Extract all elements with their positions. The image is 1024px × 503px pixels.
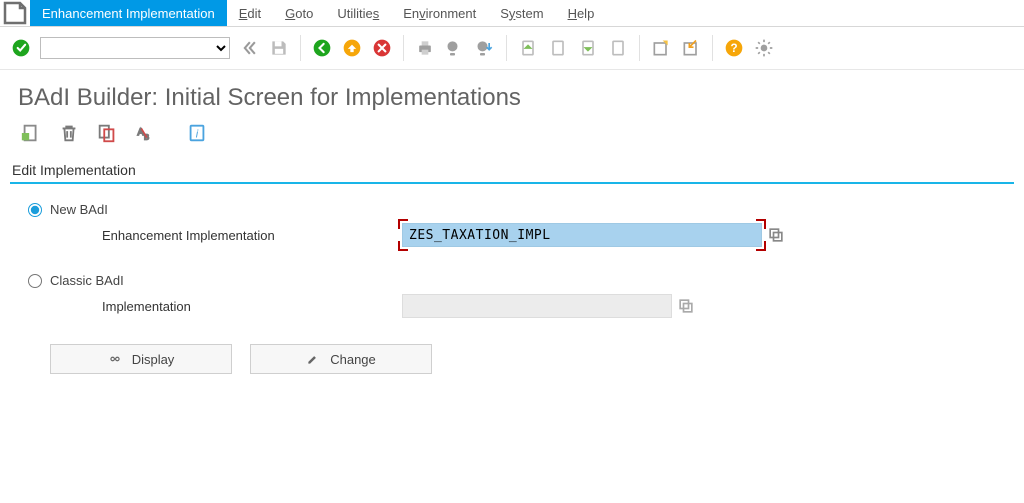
save-icon[interactable] <box>266 35 292 61</box>
impl-input <box>402 294 672 318</box>
svg-text:?: ? <box>730 42 737 55</box>
copy-icon[interactable] <box>96 122 118 144</box>
change-button[interactable]: Change <box>250 344 432 374</box>
menu-utilities[interactable]: Utilities <box>325 0 391 26</box>
menu-help[interactable]: Help <box>556 0 607 26</box>
last-page-icon[interactable] <box>605 35 631 61</box>
info-icon[interactable]: i <box>186 122 208 144</box>
exit-icon[interactable] <box>339 35 365 61</box>
option-new-badi[interactable]: New BAdI <box>28 202 996 217</box>
section-rule <box>10 182 1014 184</box>
find-next-icon[interactable] <box>472 35 498 61</box>
pencil-icon <box>306 352 320 366</box>
help-icon[interactable]: ? <box>721 35 747 61</box>
enh-impl-input[interactable] <box>402 223 762 247</box>
display-button[interactable]: Display <box>50 344 232 374</box>
enh-impl-field-wrap <box>402 223 762 247</box>
command-field[interactable] <box>40 37 230 59</box>
edit-implementation-form: New BAdI Enhancement Implementation Clas… <box>0 202 1024 374</box>
delete-icon[interactable] <box>58 122 80 144</box>
svg-text:i: i <box>196 129 199 141</box>
enh-impl-f4-icon[interactable] <box>766 225 786 245</box>
next-page-icon[interactable] <box>575 35 601 61</box>
prev-page-icon[interactable] <box>545 35 571 61</box>
section-title: Edit Implementation <box>0 156 1024 182</box>
impl-label: Implementation <box>102 299 402 314</box>
radio-classic-badi-label: Classic BAdI <box>50 273 124 288</box>
button-row: Display Change <box>50 344 996 374</box>
menu-environment[interactable]: Environment <box>391 0 488 26</box>
glasses-icon <box>108 352 122 366</box>
system-toolbar: ? <box>0 27 1024 70</box>
back-icon[interactable] <box>309 35 335 61</box>
enter-icon[interactable] <box>8 35 34 61</box>
first-page-icon[interactable] <box>515 35 541 61</box>
menu-system[interactable]: System <box>488 0 555 26</box>
change-button-label: Change <box>330 352 376 367</box>
impl-field-wrap <box>402 294 672 318</box>
radio-classic-badi[interactable] <box>28 274 42 288</box>
enh-impl-label: Enhancement Implementation <box>102 228 402 243</box>
radio-new-badi-label: New BAdI <box>50 202 108 217</box>
menu-bar: Enhancement Implementation Edit Goto Uti… <box>0 0 1024 27</box>
rename-icon[interactable]: A B <box>134 122 156 144</box>
print-icon[interactable] <box>412 35 438 61</box>
customize-layout-icon[interactable] <box>751 35 777 61</box>
menu-goto[interactable]: Goto <box>273 0 325 26</box>
collapse-cmd-icon[interactable] <box>236 35 262 61</box>
cancel-icon[interactable] <box>369 35 395 61</box>
find-icon[interactable] <box>442 35 468 61</box>
menu-enhancement-implementation[interactable]: Enhancement Implementation <box>30 0 227 26</box>
new-session-icon[interactable] <box>648 35 674 61</box>
radio-new-badi[interactable] <box>28 203 42 217</box>
shortcut-icon[interactable] <box>678 35 704 61</box>
menu-edit[interactable]: Edit <box>227 0 273 26</box>
display-button-label: Display <box>132 352 175 367</box>
app-toolbar: A B i <box>0 118 1024 156</box>
impl-f4-icon[interactable] <box>676 296 696 316</box>
page-title: BAdI Builder: Initial Screen for Impleme… <box>0 70 1024 118</box>
sap-window-icon[interactable] <box>0 0 30 26</box>
create-icon[interactable] <box>20 122 42 144</box>
option-classic-badi[interactable]: Classic BAdI <box>28 273 996 288</box>
